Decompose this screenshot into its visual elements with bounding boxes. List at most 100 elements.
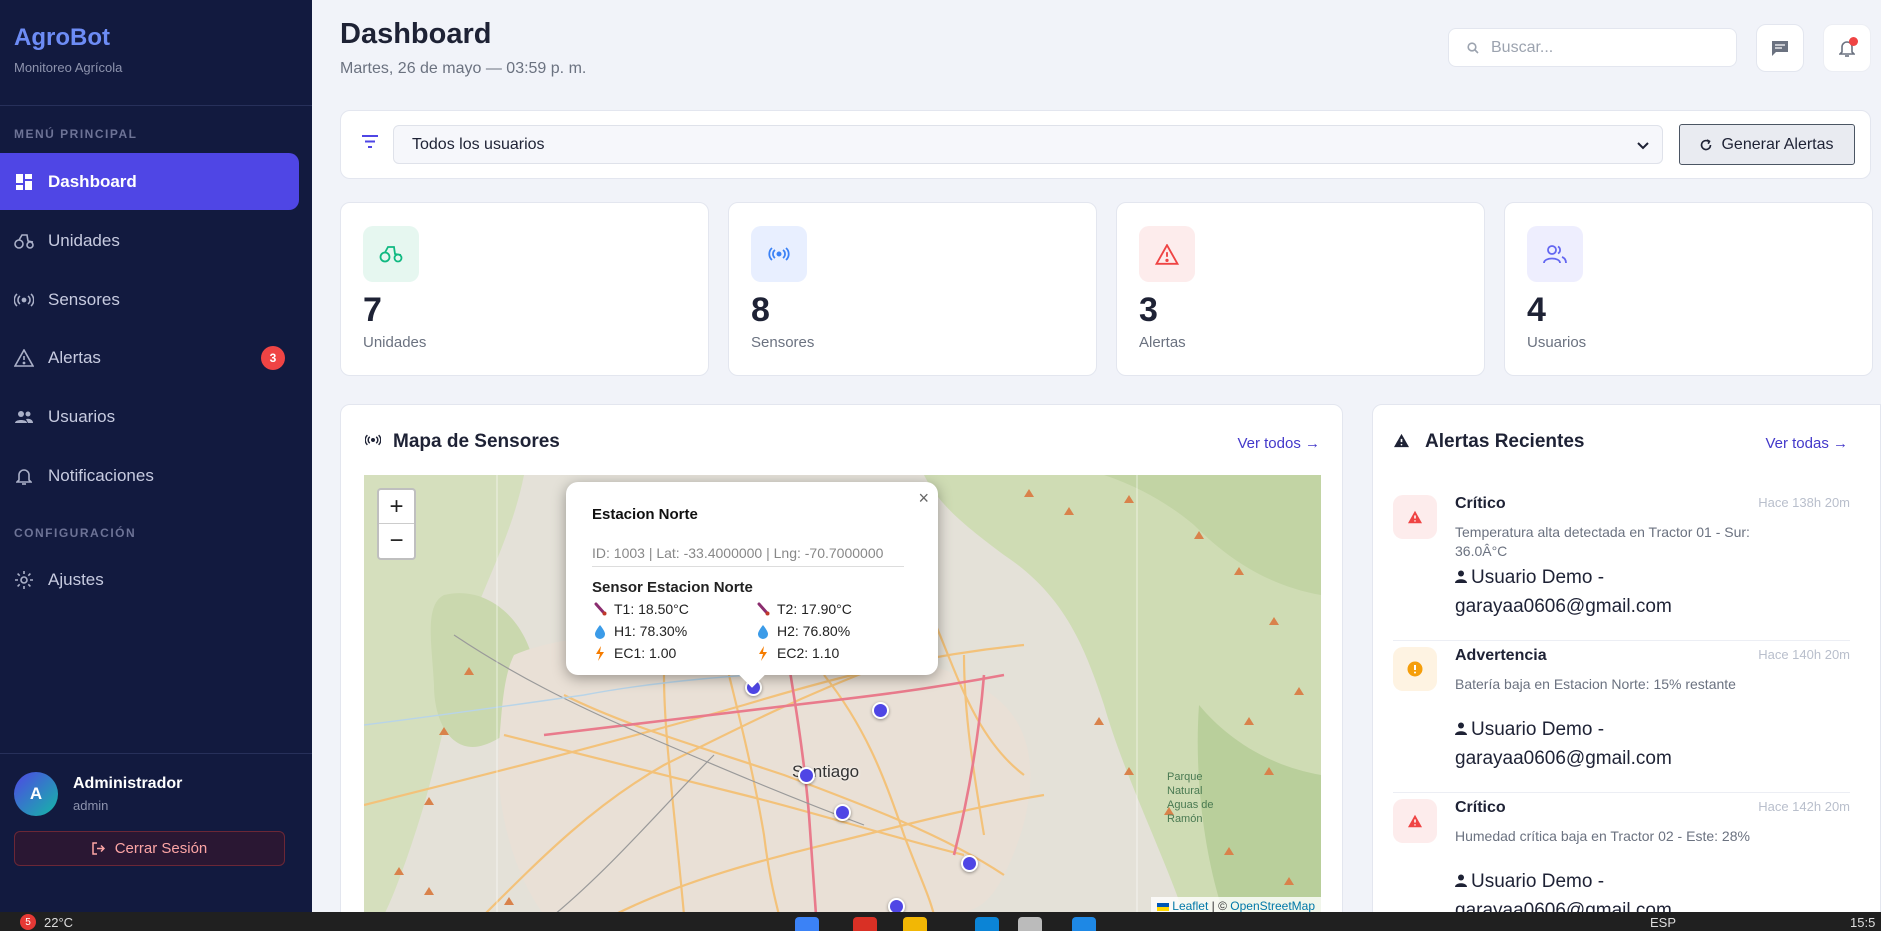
user-role: admin xyxy=(73,798,109,813)
clock[interactable]: 15:5 xyxy=(1850,915,1875,930)
alert-user-text: Usuario Demo - garayaa0606@gmail.com xyxy=(1455,719,1672,769)
reading-value: EC1: 1.00 xyxy=(614,645,677,661)
app-icon[interactable] xyxy=(975,917,999,931)
user-profile[interactable]: A Administrador admin xyxy=(14,772,182,816)
tractor-icon xyxy=(14,231,34,251)
sidebar-item-unidades[interactable]: Unidades xyxy=(0,212,299,269)
reading-value: T2: 17.90°C xyxy=(777,601,852,617)
user-filter-select[interactable]: Todos los usuarios xyxy=(393,125,1663,164)
stat-card-sensores[interactable]: 8 Sensores xyxy=(728,202,1097,376)
page-title: Dashboard xyxy=(340,18,492,50)
weather-temperature: 22°C xyxy=(44,914,74,930)
generate-alerts-button[interactable]: Generar Alertas xyxy=(1679,124,1855,165)
notifications-button[interactable] xyxy=(1823,24,1871,72)
user-filter-value: Todos los usuarios xyxy=(412,135,545,153)
logout-icon xyxy=(91,842,105,855)
user-icon xyxy=(1455,570,1467,583)
weather-badge: 5 xyxy=(20,914,36,930)
sidebar-item-label: Dashboard xyxy=(48,171,137,191)
sidebar-item-sensores[interactable]: Sensores xyxy=(0,271,299,328)
sensor-icon xyxy=(751,226,807,282)
zoom-out-button[interactable]: − xyxy=(379,524,414,558)
stat-value: 7 xyxy=(363,291,382,329)
alert-level: Crítico xyxy=(1455,799,1506,816)
warning-icon xyxy=(14,348,34,368)
app-icon[interactable] xyxy=(1018,917,1042,931)
reading-h1: H1: 78.30% xyxy=(592,623,687,639)
svg-text:Parque: Parque xyxy=(1167,771,1202,783)
alert-item[interactable]: Crítico Hace 138h 20m Temperatura alta d… xyxy=(1393,489,1850,641)
zoom-in-button[interactable]: + xyxy=(379,490,414,524)
sidebar-item-alertas[interactable]: Alertas 3 xyxy=(0,329,299,386)
ukraine-flag-icon xyxy=(1156,902,1169,911)
stat-card-usuarios[interactable]: 4 Usuarios xyxy=(1504,202,1873,376)
alert-time: Hace 142h 20m xyxy=(1758,799,1850,814)
thermometer-icon xyxy=(755,602,771,616)
sidebar-item-usuarios[interactable]: Usuarios xyxy=(0,388,299,445)
alert-item[interactable]: Crítico Hace 142h 20m Humedad crítica ba… xyxy=(1393,793,1850,931)
language-indicator[interactable]: ESP xyxy=(1650,915,1676,930)
warning-icon xyxy=(1139,226,1195,282)
taskbar-weather[interactable]: 5 22°C xyxy=(20,914,73,930)
stat-label: Alertas xyxy=(1139,334,1186,351)
start-icon[interactable] xyxy=(795,917,819,931)
view-all-alerts-link[interactable]: Ver todas → xyxy=(1765,435,1848,452)
stat-value: 8 xyxy=(751,291,770,329)
alert-level: Advertencia xyxy=(1455,647,1547,664)
popup-meta: ID: 1003 | Lat: -33.4000000 | Lng: -70.7… xyxy=(592,545,904,567)
browser-icon[interactable] xyxy=(853,917,877,931)
refresh-icon xyxy=(1700,138,1712,151)
warning-icon xyxy=(1393,495,1437,539)
info-alert-icon xyxy=(1393,647,1437,691)
alert-time: Hace 138h 20m xyxy=(1758,495,1850,510)
gear-icon xyxy=(14,570,34,590)
sensor-marker[interactable] xyxy=(834,804,851,821)
sensor-map[interactable]: Parque Natural Aguas de Ramón Santiago +… xyxy=(364,475,1321,915)
user-icon xyxy=(1455,874,1467,887)
sidebar-item-label: Usuarios xyxy=(48,406,116,426)
svg-text:Ramón: Ramón xyxy=(1167,813,1202,825)
popup-station-name: Estacion Norte xyxy=(592,506,698,523)
alert-message: Temperatura alta detectada en Tractor 01… xyxy=(1455,524,1750,559)
recent-alerts-card: Alertas Recientes Ver todas → Crítico Ha… xyxy=(1372,404,1881,931)
sidebar-item-label: Ajustes xyxy=(48,569,104,589)
sidebar-item-label: Unidades xyxy=(48,230,120,250)
bell-icon xyxy=(14,466,34,486)
stat-card-unidades[interactable]: 7 Unidades xyxy=(340,202,709,376)
sidebar-item-ajustes[interactable]: Ajustes xyxy=(0,551,299,608)
stat-label: Sensores xyxy=(751,334,815,351)
logout-button[interactable]: Cerrar Sesión xyxy=(14,831,285,866)
brand[interactable]: AgroBot Monitoreo Agrícola xyxy=(14,24,122,75)
sensor-marker[interactable] xyxy=(872,702,889,719)
map-card-title: Mapa de Sensores xyxy=(393,431,560,452)
reading-ec1: EC1: 1.00 xyxy=(592,645,676,661)
sidebar-item-notificaciones[interactable]: Notificaciones xyxy=(0,447,299,504)
leaflet-link[interactable]: Leaflet xyxy=(1172,899,1208,913)
page-date: Martes, 26 de mayo — 03:59 p. m. xyxy=(340,60,587,77)
app-icon[interactable] xyxy=(1072,917,1096,931)
stat-label: Usuarios xyxy=(1527,334,1587,351)
sensor-icon xyxy=(14,290,34,310)
stat-value: 3 xyxy=(1139,291,1158,329)
section-label-main: MENÚ PRINCIPAL xyxy=(14,127,138,141)
sensor-icon xyxy=(364,433,382,451)
warning-icon xyxy=(1393,799,1437,843)
messages-button[interactable] xyxy=(1756,24,1804,72)
alert-item[interactable]: Advertencia Hace 140h 20m Batería baja e… xyxy=(1393,641,1850,793)
brand-title: AgroBot xyxy=(14,24,110,51)
reading-value: H1: 78.30% xyxy=(614,623,688,639)
folder-icon[interactable] xyxy=(903,917,927,931)
sidebar-item-dashboard[interactable]: Dashboard xyxy=(0,153,299,210)
sidebar-item-label: Notificaciones xyxy=(48,465,154,485)
sidebar-item-label: Sensores xyxy=(48,289,120,309)
view-all-sensors-link[interactable]: Ver todos → xyxy=(1237,435,1320,452)
brand-subtitle: Monitoreo Agrícola xyxy=(14,60,123,75)
stat-card-alertas[interactable]: 3 Alertas xyxy=(1116,202,1485,376)
svg-text:Natural: Natural xyxy=(1167,785,1202,797)
osm-link[interactable]: OpenStreetMap xyxy=(1230,899,1315,913)
popup-close-button[interactable]: × xyxy=(918,488,929,509)
search-input[interactable]: Buscar... xyxy=(1448,28,1737,67)
generate-alerts-label: Generar Alertas xyxy=(1721,135,1834,153)
sensor-marker[interactable] xyxy=(798,767,815,784)
sensor-marker[interactable] xyxy=(961,855,978,872)
